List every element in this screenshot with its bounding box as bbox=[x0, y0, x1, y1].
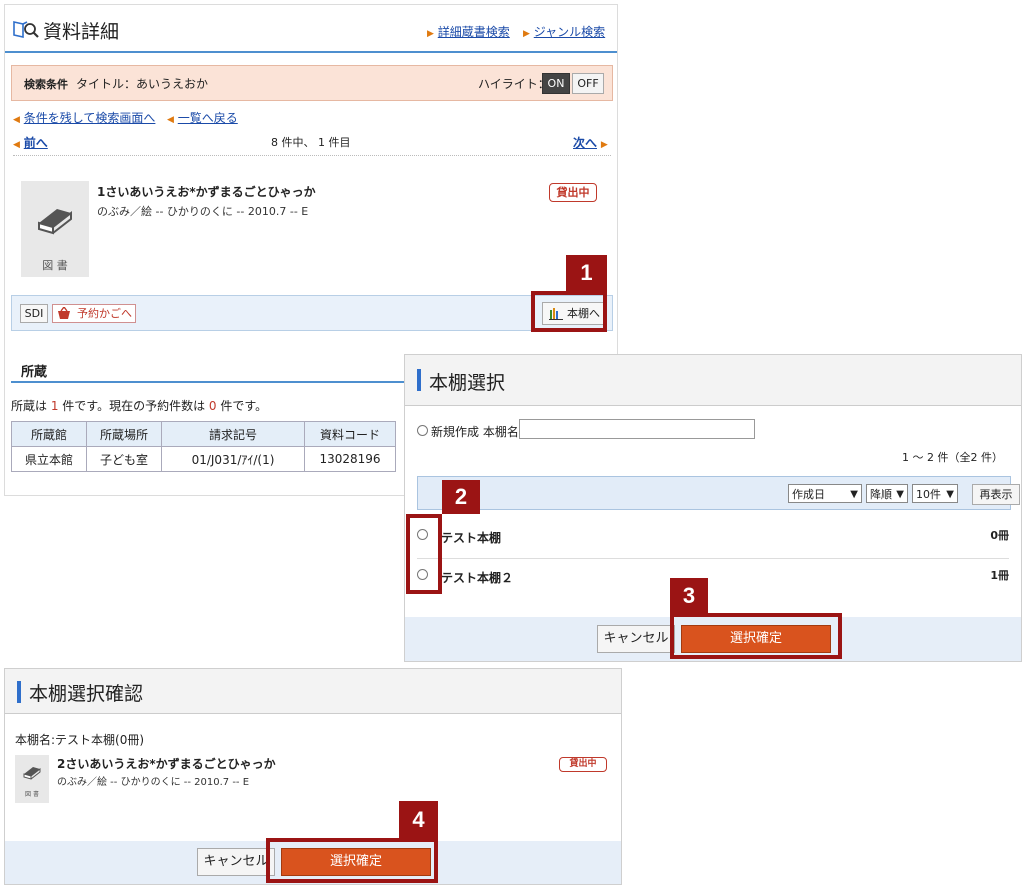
callout-number: 3 bbox=[670, 578, 708, 613]
thumbnail-label: 図 書 bbox=[25, 791, 39, 798]
genre-search-link[interactable]: ▶ ジャンル検索 bbox=[523, 23, 605, 40]
new-shelf-name-input[interactable] bbox=[519, 419, 755, 439]
sort-bar: 作成日 ▼ 降順 ▼ 10件 ▼ 再表示 bbox=[417, 476, 1020, 510]
divider bbox=[13, 155, 611, 156]
shelf-confirm-header: 本棚選択確認 bbox=[5, 669, 621, 714]
item-thumbnail: 図 書 bbox=[21, 181, 89, 277]
holdings-heading: 所蔵 bbox=[21, 365, 48, 380]
status-badge: 貸出中 bbox=[549, 183, 597, 202]
column-header: 資料コード bbox=[304, 421, 396, 447]
book-icon bbox=[38, 209, 72, 235]
callout-number: 4 bbox=[399, 801, 438, 838]
sort-field-select[interactable]: 作成日 ▼ bbox=[788, 484, 862, 503]
table-header-row: 所蔵館 所蔵場所 請求記号 資料コード bbox=[11, 421, 396, 447]
sort-order-select[interactable]: 降順 ▼ bbox=[866, 484, 908, 503]
column-header: 所蔵館 bbox=[11, 421, 87, 447]
callout-number: 2 bbox=[442, 480, 480, 514]
heading-accent-bar bbox=[417, 369, 421, 391]
advanced-search-link[interactable]: ▶ 詳細蔵書検索 bbox=[427, 23, 510, 40]
shelf-select-title: 本棚選択 bbox=[429, 372, 506, 394]
thumbnail-label: 図 書 bbox=[42, 259, 68, 272]
triangle-left-icon: ◀ bbox=[167, 115, 174, 125]
item-title: 2さいあいうえお*かずまるごとひゃっか bbox=[57, 757, 276, 771]
new-shelf-radio[interactable] bbox=[417, 425, 428, 436]
shelf-select-header: 本棚選択 bbox=[405, 355, 1021, 406]
table-cell: 13028196 bbox=[304, 446, 396, 472]
cancel-button[interactable]: キャンセル bbox=[597, 625, 675, 653]
chevron-down-icon: ▼ bbox=[850, 489, 858, 500]
column-header: 所蔵場所 bbox=[86, 421, 162, 447]
basket-icon bbox=[58, 307, 70, 319]
page-title: 資料詳細 bbox=[43, 21, 120, 43]
prev-link[interactable]: ◀ 前へ bbox=[13, 134, 48, 151]
shelf-confirm-title: 本棚選択確認 bbox=[29, 683, 144, 705]
triangle-right-icon: ▶ bbox=[427, 29, 434, 39]
redisplay-button[interactable]: 再表示 bbox=[972, 484, 1020, 505]
triangle-left-icon: ◀ bbox=[13, 140, 20, 150]
callout-frame bbox=[266, 838, 438, 883]
divider bbox=[417, 558, 1009, 559]
book-icon bbox=[23, 767, 41, 780]
status-badge: 貸出中 bbox=[559, 757, 607, 772]
result-count: 1 ～ 2 件（全2 件） bbox=[902, 451, 1003, 464]
item-thumbnail: 図 書 bbox=[15, 755, 49, 803]
triangle-right-icon: ▶ bbox=[523, 29, 530, 39]
condition-value: タイトル：あいうえおか bbox=[76, 77, 209, 91]
result-position: 8 件中、 1 件目 bbox=[271, 136, 351, 149]
triangle-left-icon: ◀ bbox=[13, 115, 20, 125]
book-search-icon bbox=[13, 21, 39, 38]
holdings-summary: 所蔵は 1 件です。現在の予約件数は 0 件です。 bbox=[11, 399, 268, 413]
per-page-select[interactable]: 10件 ▼ bbox=[912, 484, 958, 503]
callout-frame bbox=[670, 613, 842, 659]
shelf-name: テスト本棚２ bbox=[441, 571, 514, 585]
column-header: 請求記号 bbox=[161, 421, 305, 447]
item-title: 1さいあいうえお*かずまるごとひゃっか bbox=[97, 185, 316, 199]
back-to-search-link[interactable]: ◀ 条件を残して検索画面へ bbox=[13, 109, 155, 126]
sdi-button[interactable]: SDI bbox=[20, 304, 48, 323]
heading-accent-bar bbox=[17, 681, 21, 703]
shelf-name: テスト本棚 bbox=[441, 531, 502, 545]
highlight-off-button[interactable]: OFF bbox=[572, 73, 604, 94]
selected-shelf-label: 本棚名:テスト本棚(0冊) bbox=[15, 733, 145, 747]
back-to-list-link[interactable]: ◀ 一覧へ戻る bbox=[167, 109, 238, 126]
cancel-button[interactable]: キャンセル bbox=[197, 848, 275, 876]
table-cell: 01/J031/ｱｲ/(1) bbox=[161, 446, 305, 472]
highlight-on-button[interactable]: ON bbox=[542, 73, 570, 94]
chevron-down-icon: ▼ bbox=[946, 489, 954, 500]
item-meta: のぶみ／絵 -- ひかりのくに -- 2010.7 -- E bbox=[97, 205, 309, 218]
highlight-label: ハイライト： bbox=[478, 77, 550, 91]
callout-frame bbox=[406, 514, 442, 594]
triangle-right-icon: ▶ bbox=[600, 140, 608, 150]
condition-label: 検索条件 bbox=[24, 78, 68, 91]
search-condition-box: 検索条件 タイトル：あいうえおか ハイライト： ON OFF bbox=[11, 65, 613, 101]
table-cell: 県立本館 bbox=[11, 446, 87, 472]
item-meta: のぶみ／絵 -- ひかりのくに -- 2010.7 -- E bbox=[57, 777, 250, 788]
shelf-count: 0冊 bbox=[990, 529, 1009, 542]
callout-frame bbox=[531, 291, 607, 332]
table-cell: 子ども室 bbox=[86, 446, 162, 472]
next-link[interactable]: 次へ ▶ bbox=[573, 134, 608, 151]
action-bar: SDI 予約かごへ 本棚へ bbox=[11, 295, 613, 331]
chevron-down-icon: ▼ bbox=[896, 489, 904, 500]
callout-number: 1 bbox=[566, 255, 607, 291]
table-row: 県立本館 子ども室 01/J031/ｱｲ/(1) 13028196 bbox=[11, 446, 396, 472]
reserve-basket-button[interactable]: 予約かごへ bbox=[52, 304, 136, 323]
shelf-count: 1冊 bbox=[990, 569, 1009, 582]
new-shelf-label: 新規作成 本棚名 bbox=[431, 425, 519, 439]
holdings-table: 所蔵館 所蔵場所 請求記号 資料コード 県立本館 子ども室 01/J031/ｱｲ… bbox=[11, 421, 396, 472]
detail-header: 資料詳細 ▶ 詳細蔵書検索 ▶ ジャンル検索 bbox=[5, 5, 617, 53]
